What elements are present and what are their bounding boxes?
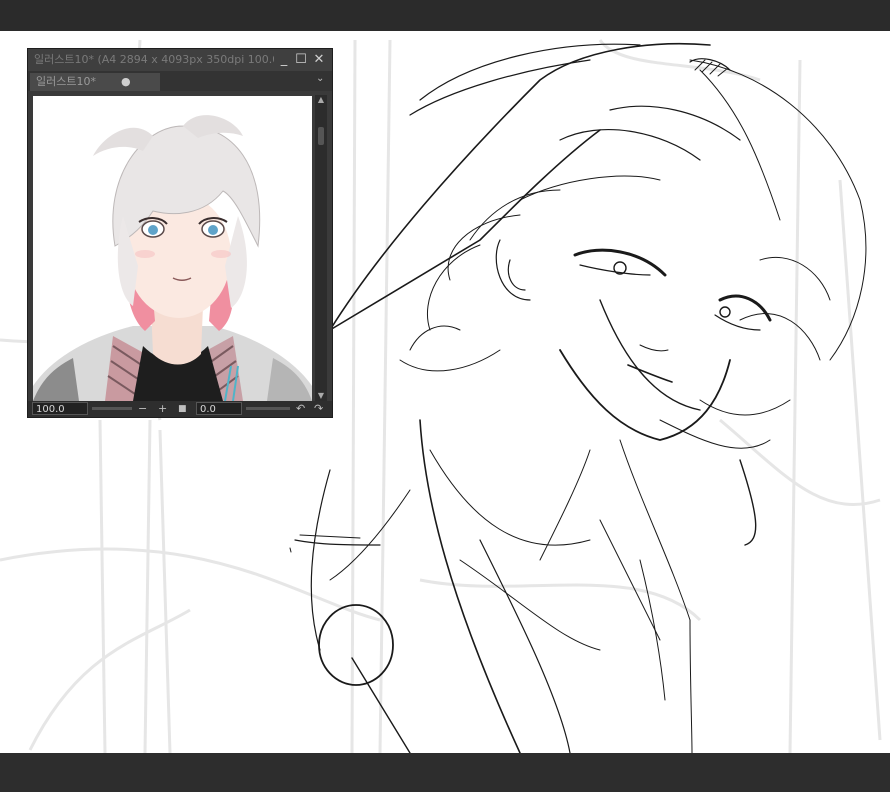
tab-illustration[interactable]: 일러스트10* ● (30, 73, 160, 91)
maximize-button[interactable]: ☐ (294, 53, 308, 67)
zoom-in-button[interactable]: + (158, 401, 167, 417)
scroll-thumb[interactable] (318, 127, 324, 145)
navigator-title: 일러스트10* (A4 2894 x 4093px 350dpi 100.0%) (34, 53, 274, 66)
minimize-button[interactable]: _ (277, 53, 291, 67)
zoom-field[interactable]: 100.0 (32, 402, 88, 415)
navigator-preview[interactable] (33, 96, 312, 401)
navigator-scrollbar[interactable]: ▲ ▼ (315, 95, 327, 401)
fit-button[interactable]: ■ (178, 401, 187, 417)
scroll-down-icon[interactable]: ▼ (315, 391, 327, 401)
rotation-slider[interactable] (246, 407, 290, 410)
top-toolbar (0, 0, 890, 31)
bottom-statusbar (0, 753, 890, 792)
scroll-up-icon[interactable]: ▲ (315, 95, 327, 105)
rotate-right-icon[interactable]: ↷ (314, 401, 323, 417)
zoom-slider[interactable] (92, 407, 132, 410)
preview-image (33, 115, 312, 401)
chevron-down-icon[interactable]: ⌄ (316, 73, 324, 84)
navigator-footer: 100.0 − + ■ 0.0 ↶ ↷ (28, 401, 332, 417)
rotate-left-icon[interactable]: ↶ (296, 401, 305, 417)
tab-label: 일러스트10* (36, 75, 96, 88)
navigator-title-bar[interactable]: 일러스트10* (A4 2894 x 4093px 350dpi 100.0%)… (28, 49, 332, 71)
close-button[interactable]: ✕ (312, 53, 326, 67)
zoom-out-button[interactable]: − (138, 401, 147, 417)
navigator-panel: 일러스트10* (A4 2894 x 4093px 350dpi 100.0%)… (27, 48, 333, 418)
rotation-field[interactable]: 0.0 (196, 402, 242, 415)
navigator-tab-row: 일러스트10* ● ⌄ (28, 71, 332, 91)
modified-dot-icon: ● (121, 75, 131, 88)
